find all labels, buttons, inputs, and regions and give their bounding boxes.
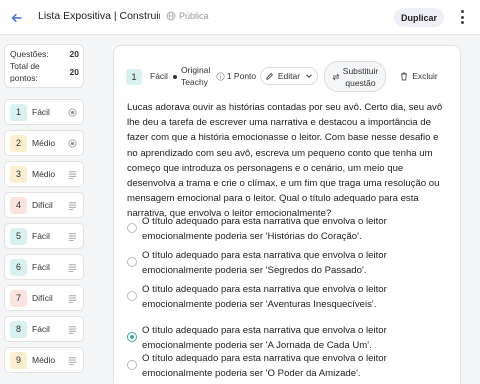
question-list-item[interactable]: 9 Médio (4, 347, 84, 373)
question-list-number: 6 (10, 258, 27, 276)
question-list-number: 5 (10, 227, 27, 245)
question-list-level: Fácil (32, 107, 50, 117)
replace-label: Substituir questão (343, 65, 378, 89)
radio-button[interactable] (127, 257, 137, 267)
question-list-number: 2 (10, 134, 27, 152)
question-list-number: 9 (10, 351, 27, 369)
questions-label: Questões: (10, 49, 49, 59)
question-list-level: Médio (32, 169, 56, 179)
questions-count: 20 (69, 49, 79, 59)
question-list-item[interactable]: 2 Médio (4, 130, 84, 156)
question-list-item[interactable]: 7 Difícil (4, 285, 84, 311)
text-lines-icon (68, 264, 77, 272)
edit-button[interactable]: Editar (260, 67, 318, 85)
question-list-item[interactable]: 1 Fácil (4, 99, 84, 125)
question-list-level: Médio (32, 355, 56, 365)
edit-label: Editar (277, 71, 301, 81)
swap-icon (332, 73, 340, 80)
text-lines-icon (68, 357, 77, 365)
answer-option-text: O título adequado para esta narrativa qu… (142, 284, 387, 310)
question-list-level: Difícil (32, 200, 53, 210)
delete-label: Excluir (412, 71, 438, 81)
question-list-level: Difícil (32, 293, 53, 303)
pencil-icon (266, 72, 273, 80)
page-title: Lista Expositiva | Construin... (38, 10, 160, 22)
top-bar: Lista Expositiva | Construin... Pública … (0, 0, 480, 35)
more-options-icon[interactable] (456, 9, 468, 25)
radio-button[interactable] (127, 291, 137, 301)
delete-button[interactable]: Excluir (396, 67, 442, 85)
text-lines-icon (68, 202, 77, 210)
question-number: 1 (126, 69, 142, 85)
radio-button[interactable] (127, 223, 137, 233)
origin-line-1: Original (181, 65, 211, 75)
text-lines-icon (68, 326, 77, 334)
question-list-item[interactable]: 8 Fácil (4, 316, 84, 342)
question-list-item[interactable]: 5 Fácil (4, 223, 84, 249)
info-icon[interactable] (216, 72, 225, 81)
origin-line-2: Teachy (181, 77, 208, 87)
text-lines-icon (68, 295, 77, 303)
question-card: 1 Fácil Original Teachy 1 Ponto Editar S… (113, 45, 461, 384)
origin-label: Original Teachy (181, 64, 210, 88)
answer-option-text: O título adequado para esta narrativa qu… (142, 216, 387, 242)
question-list-number: 1 (10, 103, 27, 121)
question-list-number: 7 (10, 289, 27, 307)
list-stats: Questões: 20 Total de pontos: 20 (4, 44, 84, 88)
question-list-item[interactable]: 3 Médio (4, 161, 84, 187)
question-list-item[interactable]: 4 Difícil (4, 192, 84, 218)
question-list-item[interactable]: 6 Fácil (4, 254, 84, 280)
multiple-choice-icon (68, 139, 77, 148)
separator-dot (173, 75, 177, 79)
visibility-status: Pública (166, 11, 209, 21)
question-list-level: Fácil (32, 262, 50, 272)
back-arrow-icon[interactable] (8, 9, 26, 27)
globe-icon (166, 11, 176, 21)
duplicate-button[interactable]: Duplicar (394, 8, 444, 27)
chevron-down-icon (306, 74, 312, 79)
radio-selected[interactable] (127, 332, 137, 342)
replace-label-1: Substituir (342, 65, 379, 76)
question-list-number: 4 (10, 196, 27, 214)
radio-button[interactable] (127, 360, 137, 370)
answer-option-text: O título adequado para esta narrativa qu… (142, 353, 387, 379)
question-list-level: Fácil (32, 231, 50, 241)
question-list-level: Médio (32, 138, 56, 148)
answer-option-text: O título adequado para esta narrativa qu… (142, 250, 387, 276)
replace-question-button[interactable]: Substituir questão (324, 61, 386, 92)
question-text: Lucas adorava ouvir as histórias contada… (127, 102, 443, 220)
answer-option-text: O título adequado para esta narrativa qu… (142, 325, 387, 351)
points-value: 1 Ponto (226, 71, 257, 81)
difficulty-label: Fácil (150, 71, 168, 81)
replace-label-2: questão (345, 77, 376, 88)
text-lines-icon (68, 233, 77, 241)
question-list-number: 8 (10, 320, 27, 338)
question-list-level: Fácil (32, 324, 50, 334)
points-total: 20 (69, 67, 79, 77)
text-lines-icon (68, 171, 77, 179)
visibility-label: Pública (179, 11, 209, 21)
trash-icon (401, 72, 408, 80)
multiple-choice-icon (68, 108, 77, 117)
question-list-number: 3 (10, 165, 27, 183)
